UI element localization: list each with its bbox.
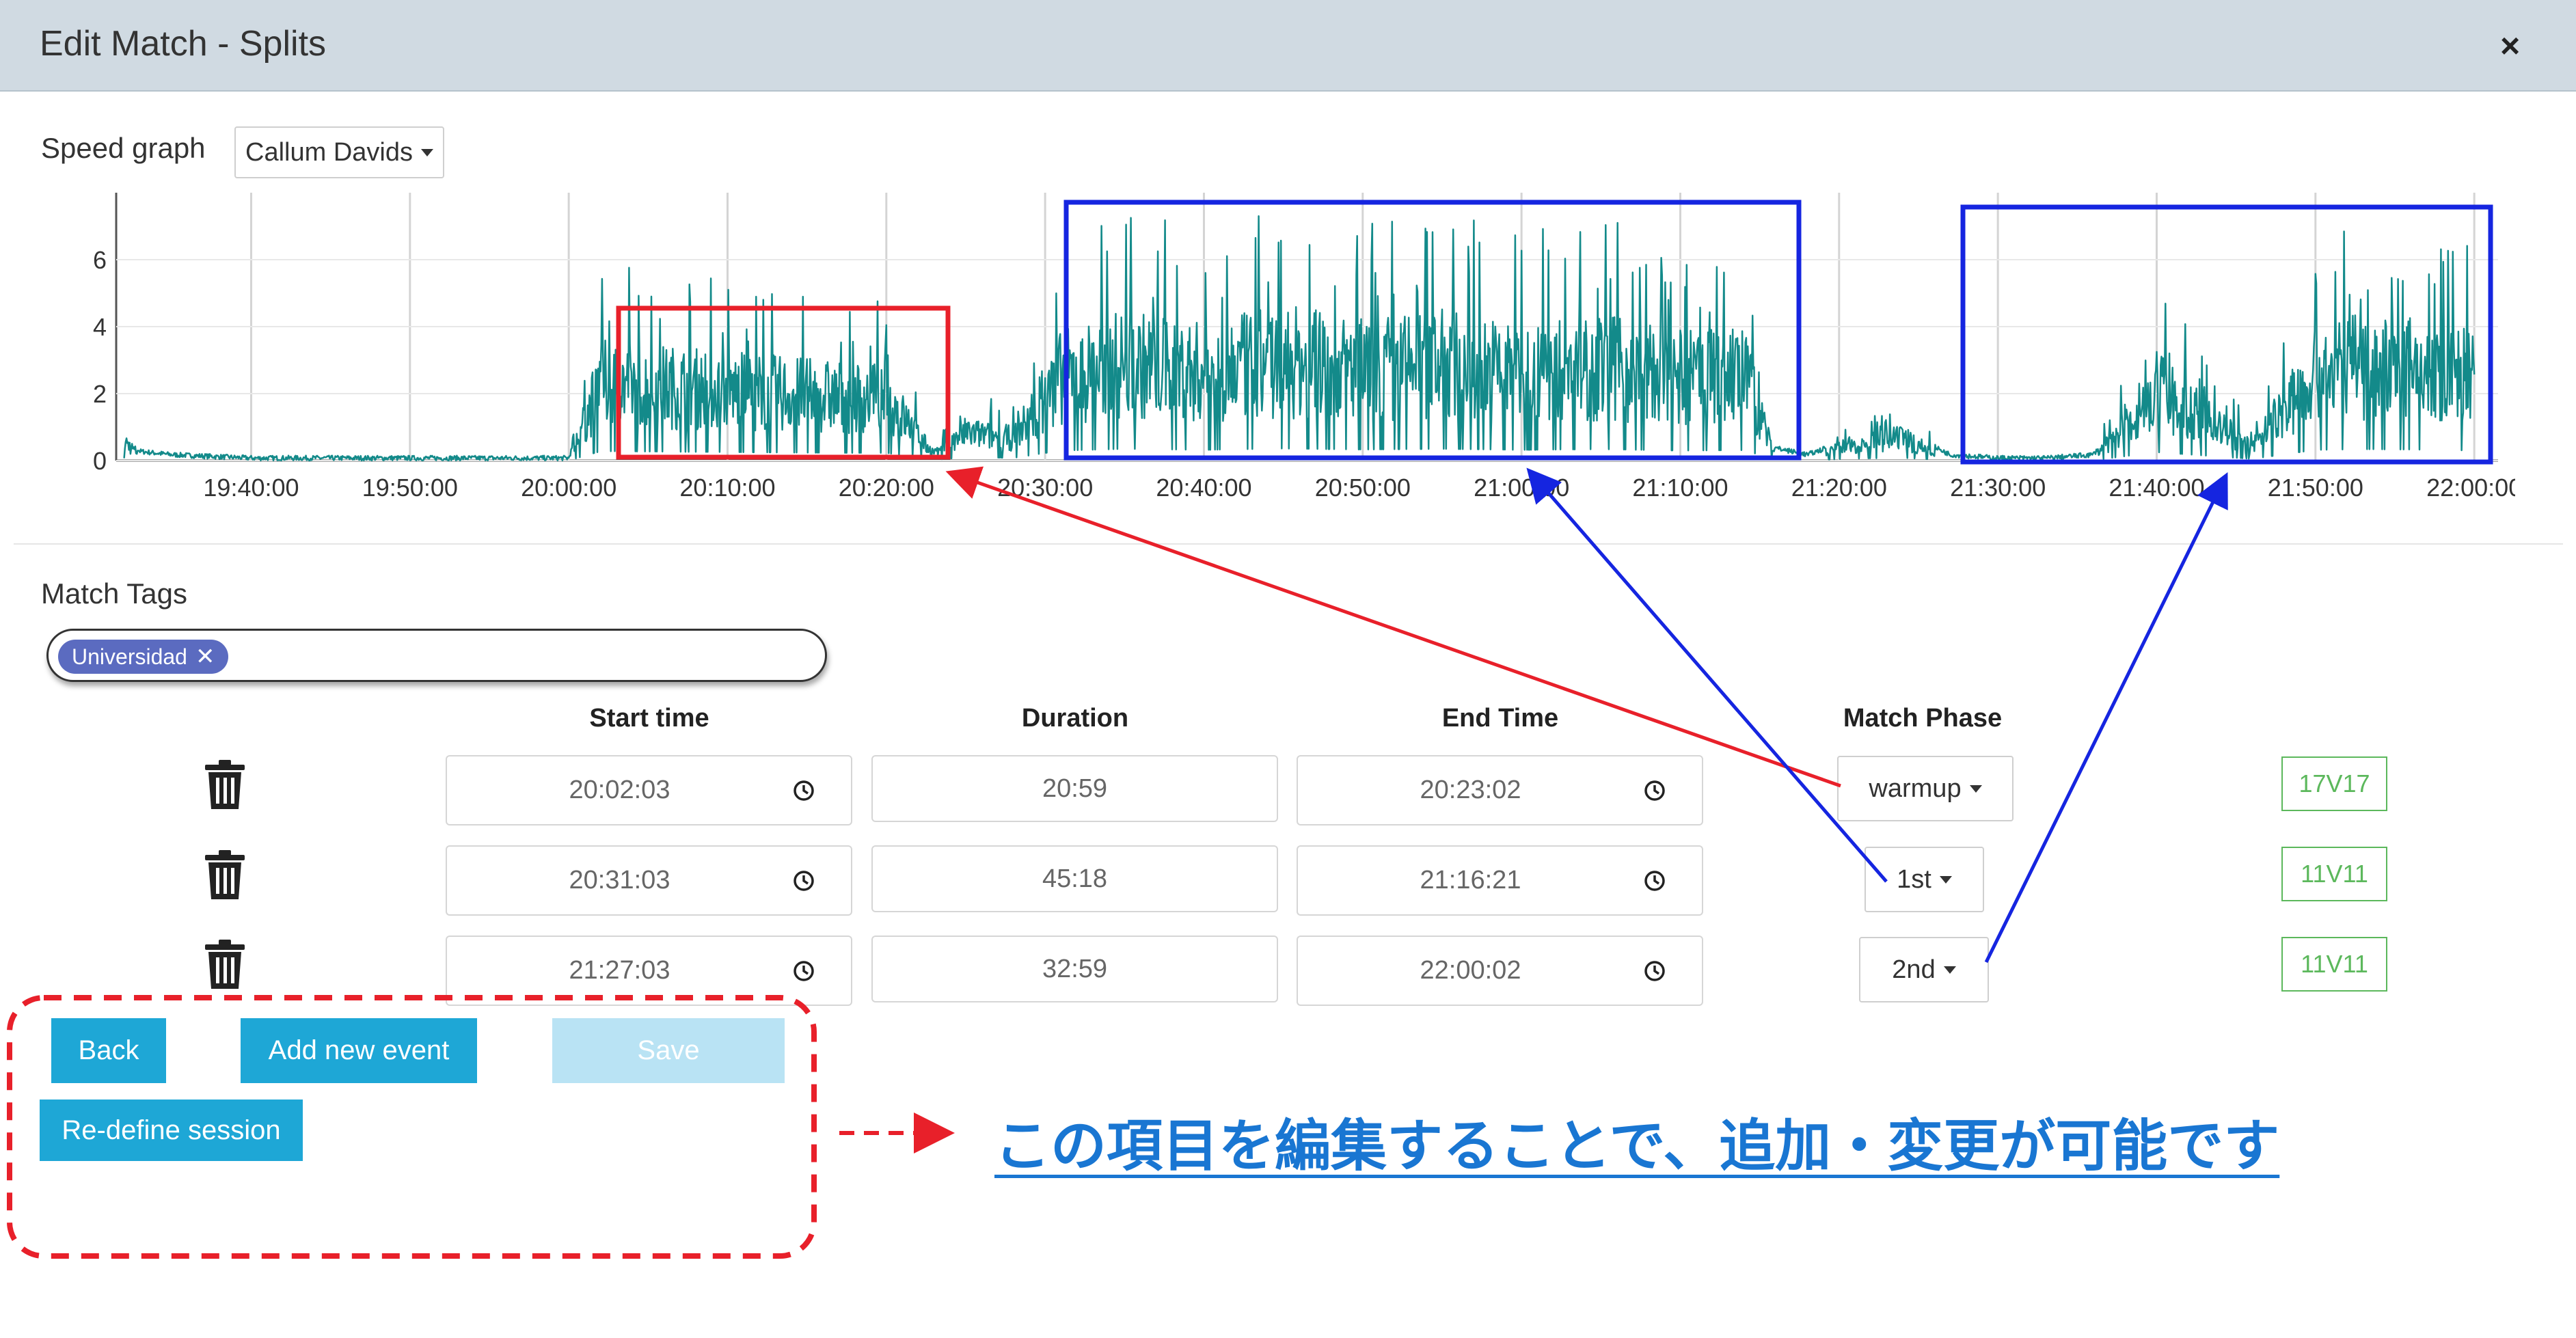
players-badge: 11V11 <box>2281 847 2387 901</box>
start-time-input[interactable]: 20:02:03 <box>446 755 852 825</box>
section-divider <box>14 543 2563 545</box>
match-phase-select[interactable]: 1st <box>1865 847 1984 912</box>
x-tick-label: 21:40:00 <box>2109 474 2204 502</box>
column-header-end-time: End Time <box>1441 704 1559 733</box>
x-tick-label: 22:00:00 <box>2426 474 2515 502</box>
end-time-input[interactable]: 21:16:21 <box>1297 845 1703 916</box>
end-time-value: 21:16:21 <box>1420 866 1521 895</box>
end-time-input[interactable]: 20:23:02 <box>1297 755 1703 825</box>
clock-icon[interactable] <box>1643 779 1666 802</box>
caret-down-icon <box>1939 875 1952 884</box>
tag-chip-label: Universidad <box>72 644 187 669</box>
match-phase-value: 1st <box>1897 864 1931 894</box>
y-tick-label: 0 <box>93 447 107 475</box>
start-time-value: 20:31:03 <box>569 866 670 895</box>
speed-series-line <box>123 215 2476 462</box>
x-tick-label: 21:20:00 <box>1791 474 1887 502</box>
column-header-match-phase: Match Phase <box>1843 704 2003 733</box>
x-tick-label: 19:40:00 <box>203 474 299 502</box>
player-select-value: Callum Davids <box>245 137 413 167</box>
end-time-input[interactable]: 22:00:02 <box>1297 936 1703 1006</box>
y-tick-label: 4 <box>93 313 107 341</box>
clock-icon[interactable] <box>1643 869 1666 892</box>
modal-header <box>0 0 2576 92</box>
y-tick-label: 6 <box>93 246 107 274</box>
clock-icon[interactable] <box>792 869 815 892</box>
trash-icon[interactable] <box>204 940 246 989</box>
remove-tag-icon[interactable]: ✕ <box>195 643 215 670</box>
column-header-start-time: Start time <box>589 704 709 733</box>
end-time-value: 20:23:02 <box>1420 776 1521 804</box>
clock-icon[interactable] <box>792 779 815 802</box>
clock-icon[interactable] <box>1643 959 1666 983</box>
match-phase-value: warmup <box>1869 774 1962 803</box>
y-tick-label: 2 <box>93 380 107 408</box>
caret-down-icon <box>1969 784 1982 793</box>
duration-value: 45:18 <box>1042 864 1108 893</box>
players-badge: 11V11 <box>2281 937 2387 992</box>
x-tick-label: 21:50:00 <box>2268 474 2363 502</box>
column-header-duration: Duration <box>1021 704 1129 733</box>
annotation-note: この項目を編集することで、追加・変更が可能です <box>994 1115 2280 1177</box>
x-tick-label: 20:40:00 <box>1156 474 1251 502</box>
duration-value: 20:59 <box>1042 774 1108 803</box>
duration-input[interactable]: 20:59 <box>871 755 1278 822</box>
tag-chip-universidad: Universidad ✕ <box>58 640 229 674</box>
add-new-event-button[interactable]: Add new event <box>241 1018 477 1083</box>
start-time-input[interactable]: 21:27:03 <box>446 936 852 1006</box>
trash-icon[interactable] <box>204 760 246 809</box>
match-phase-select[interactable]: warmup <box>1837 756 2014 821</box>
speed-graph-label: Speed graph <box>41 132 206 164</box>
match-tags-label: Match Tags <box>41 577 187 610</box>
x-tick-label: 21:10:00 <box>1632 474 1728 502</box>
speed-chart: 19:40:00 19:50:00 20:00:00 20:10:00 20:20:00… <box>93 193 2515 502</box>
caret-down-icon <box>1943 966 1956 974</box>
start-time-input[interactable]: 20:31:03 <box>446 845 852 916</box>
x-tick-label: 21:30:00 <box>1950 474 2046 502</box>
x-tick-label: 21:00:00 <box>1474 474 1569 502</box>
back-button[interactable]: Back <box>51 1018 166 1083</box>
start-time-value: 21:27:03 <box>569 956 670 985</box>
x-tick-label: 20:30:00 <box>997 474 1093 502</box>
save-button[interactable]: Save <box>552 1018 785 1083</box>
caret-down-icon <box>420 148 433 156</box>
x-tick-label: 20:50:00 <box>1315 474 1411 502</box>
end-time-value: 22:00:02 <box>1420 956 1521 985</box>
duration-value: 32:59 <box>1042 954 1108 983</box>
players-badge: 17V17 <box>2281 756 2387 811</box>
modal-title: Edit Match - Splits <box>40 24 327 64</box>
trash-icon[interactable] <box>204 850 246 899</box>
x-tick-label: 20:20:00 <box>839 474 934 502</box>
match-phase-select[interactable]: 2nd <box>1859 937 1989 1002</box>
x-tick-label: 20:00:00 <box>521 474 616 502</box>
x-tick-label: 20:10:00 <box>679 474 775 502</box>
start-time-value: 20:02:03 <box>569 776 670 804</box>
close-icon[interactable]: × <box>2500 26 2520 66</box>
player-select[interactable]: Callum Davids <box>234 126 444 178</box>
match-phase-value: 2nd <box>1892 955 1936 984</box>
x-tick-label: 19:50:00 <box>362 474 458 502</box>
duration-input[interactable]: 45:18 <box>871 845 1278 912</box>
duration-input[interactable]: 32:59 <box>871 936 1278 1002</box>
clock-icon[interactable] <box>792 959 815 983</box>
redefine-session-button[interactable]: Re-define session <box>40 1100 303 1161</box>
